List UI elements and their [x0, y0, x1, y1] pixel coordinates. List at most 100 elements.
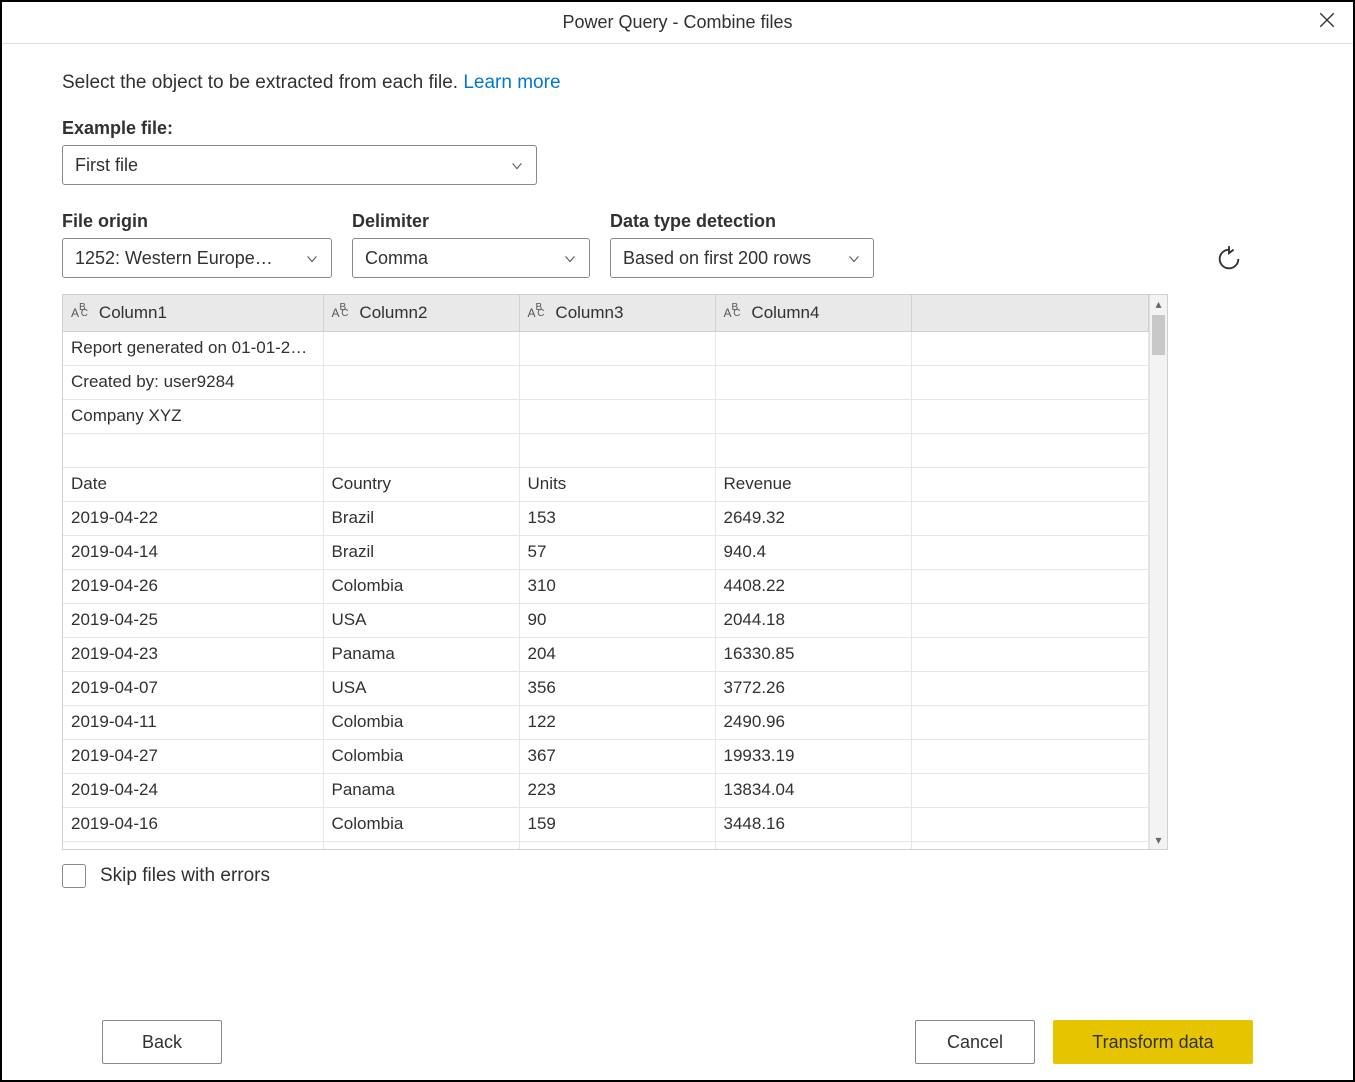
scrollbar[interactable]: ▴ ▾	[1149, 295, 1167, 849]
table-cell: 159	[519, 807, 715, 841]
table-cell	[519, 365, 715, 399]
text-type-icon: ABC	[724, 306, 746, 320]
column-header[interactable]: ABCColumn1	[63, 295, 323, 331]
table-cell: Company XYZ	[63, 399, 323, 433]
chevron-down-icon	[305, 248, 319, 269]
table-row[interactable]	[63, 433, 1149, 467]
table-cell-empty	[911, 569, 1149, 603]
table-row[interactable]: 2019-04-14Brazil57940.4	[63, 535, 1149, 569]
table-cell-empty	[911, 399, 1149, 433]
column-header[interactable]: ABCColumn4	[715, 295, 911, 331]
chevron-down-icon	[563, 248, 577, 269]
table-cell	[323, 365, 519, 399]
close-icon	[1318, 9, 1336, 34]
table-cell: Created by: user9284	[63, 365, 323, 399]
table-row[interactable]: 2019-04-24Panama22313834.04	[63, 773, 1149, 807]
table-row[interactable]: 2019-04-11Colombia1222490.96	[63, 705, 1149, 739]
cancel-button[interactable]: Cancel	[915, 1020, 1035, 1064]
file-origin-select[interactable]: 1252: Western Europe…	[62, 238, 332, 278]
table-cell: USA	[323, 603, 519, 637]
table-cell: Colombia	[323, 807, 519, 841]
delimiter-select[interactable]: Comma	[352, 238, 590, 278]
refresh-button[interactable]	[1215, 245, 1243, 278]
table-cell: Colombia	[323, 739, 519, 773]
table-cell-empty	[911, 671, 1149, 705]
table-cell: 2490.96	[715, 705, 911, 739]
table-row[interactable]: 2019-04-08Canada25814601.34	[63, 841, 1149, 849]
skip-errors-checkbox[interactable]	[62, 864, 86, 888]
detection-select[interactable]: Based on first 200 rows	[610, 238, 874, 278]
table-cell-empty	[911, 773, 1149, 807]
table-cell-empty	[911, 705, 1149, 739]
delimiter-field: Delimiter Comma	[352, 211, 590, 278]
table-row[interactable]: 2019-04-26Colombia3104408.22	[63, 569, 1149, 603]
table-cell: 204	[519, 637, 715, 671]
table-row[interactable]: 2019-04-22Brazil1532649.32	[63, 501, 1149, 535]
table-cell: 223	[519, 773, 715, 807]
table-scroll-area: ABCColumn1ABCColumn2ABCColumn3ABCColumn4…	[63, 295, 1149, 849]
table-cell-empty	[911, 807, 1149, 841]
back-button[interactable]: Back	[102, 1020, 222, 1064]
table-cell: USA	[323, 671, 519, 705]
chevron-down-icon	[510, 155, 524, 176]
table-row[interactable]: 2019-04-23Panama20416330.85	[63, 637, 1149, 671]
table-cell-empty	[911, 467, 1149, 501]
close-button[interactable]	[1311, 6, 1343, 38]
detection-value: Based on first 200 rows	[623, 248, 811, 269]
table-cell	[519, 399, 715, 433]
table-cell: 2044.18	[715, 603, 911, 637]
table-cell: Date	[63, 467, 323, 501]
table-cell	[715, 433, 911, 467]
column-header-label: Column1	[99, 303, 167, 322]
table-row[interactable]: DateCountryUnitsRevenue	[63, 467, 1149, 501]
table-cell: 2019-04-26	[63, 569, 323, 603]
table-row[interactable]: 2019-04-27Colombia36719933.19	[63, 739, 1149, 773]
text-type-icon: ABC	[528, 306, 550, 320]
column-header-label: Column2	[359, 303, 427, 322]
table-row[interactable]: 2019-04-16Colombia1593448.16	[63, 807, 1149, 841]
table-cell: 258	[519, 841, 715, 849]
table-cell: Revenue	[715, 467, 911, 501]
table-row[interactable]: 2019-04-07USA3563772.26	[63, 671, 1149, 705]
text-type-icon: ABC	[332, 306, 354, 320]
learn-more-link[interactable]: Learn more	[463, 72, 560, 93]
file-origin-value: 1252: Western Europe…	[75, 248, 273, 269]
scroll-down-button[interactable]: ▾	[1150, 831, 1167, 849]
table-cell: Canada	[323, 841, 519, 849]
table-cell	[715, 399, 911, 433]
table-cell: 940.4	[715, 535, 911, 569]
delimiter-label: Delimiter	[352, 211, 590, 232]
scroll-thumb[interactable]	[1152, 315, 1165, 355]
table-row[interactable]: Company XYZ	[63, 399, 1149, 433]
column-header[interactable]: ABC Column2	[323, 295, 519, 331]
transform-data-button[interactable]: Transform data	[1053, 1020, 1253, 1064]
column-header[interactable]: ABCColumn3	[519, 295, 715, 331]
scroll-up-button[interactable]: ▴	[1150, 295, 1167, 313]
file-origin-label: File origin	[62, 211, 332, 232]
example-file-select[interactable]: First file	[62, 145, 537, 185]
table-cell: Brazil	[323, 535, 519, 569]
table-cell: 3772.26	[715, 671, 911, 705]
table-cell: 90	[519, 603, 715, 637]
table-cell: 13834.04	[715, 773, 911, 807]
table-cell	[63, 433, 323, 467]
dialog-content: Select the object to be extracted from e…	[2, 44, 1353, 1080]
table-cell-empty	[911, 365, 1149, 399]
table-cell: Country	[323, 467, 519, 501]
example-file-label: Example file:	[62, 118, 1293, 139]
table-cell-empty	[911, 841, 1149, 849]
table-row[interactable]: 2019-04-25USA902044.18	[63, 603, 1149, 637]
table-cell: 2019-04-27	[63, 739, 323, 773]
table-cell: 367	[519, 739, 715, 773]
example-file-field: Example file: First file	[62, 118, 1293, 185]
table-row[interactable]: Created by: user9284	[63, 365, 1149, 399]
table-cell	[715, 331, 911, 365]
table-row[interactable]: Report generated on 01-01-20…	[63, 331, 1149, 365]
table-cell: Panama	[323, 637, 519, 671]
table-cell-empty	[911, 433, 1149, 467]
skip-errors-label: Skip files with errors	[100, 865, 270, 887]
table-cell: 2019-04-16	[63, 807, 323, 841]
table-cell: Brazil	[323, 501, 519, 535]
example-file-value: First file	[75, 155, 138, 176]
table-cell	[323, 399, 519, 433]
